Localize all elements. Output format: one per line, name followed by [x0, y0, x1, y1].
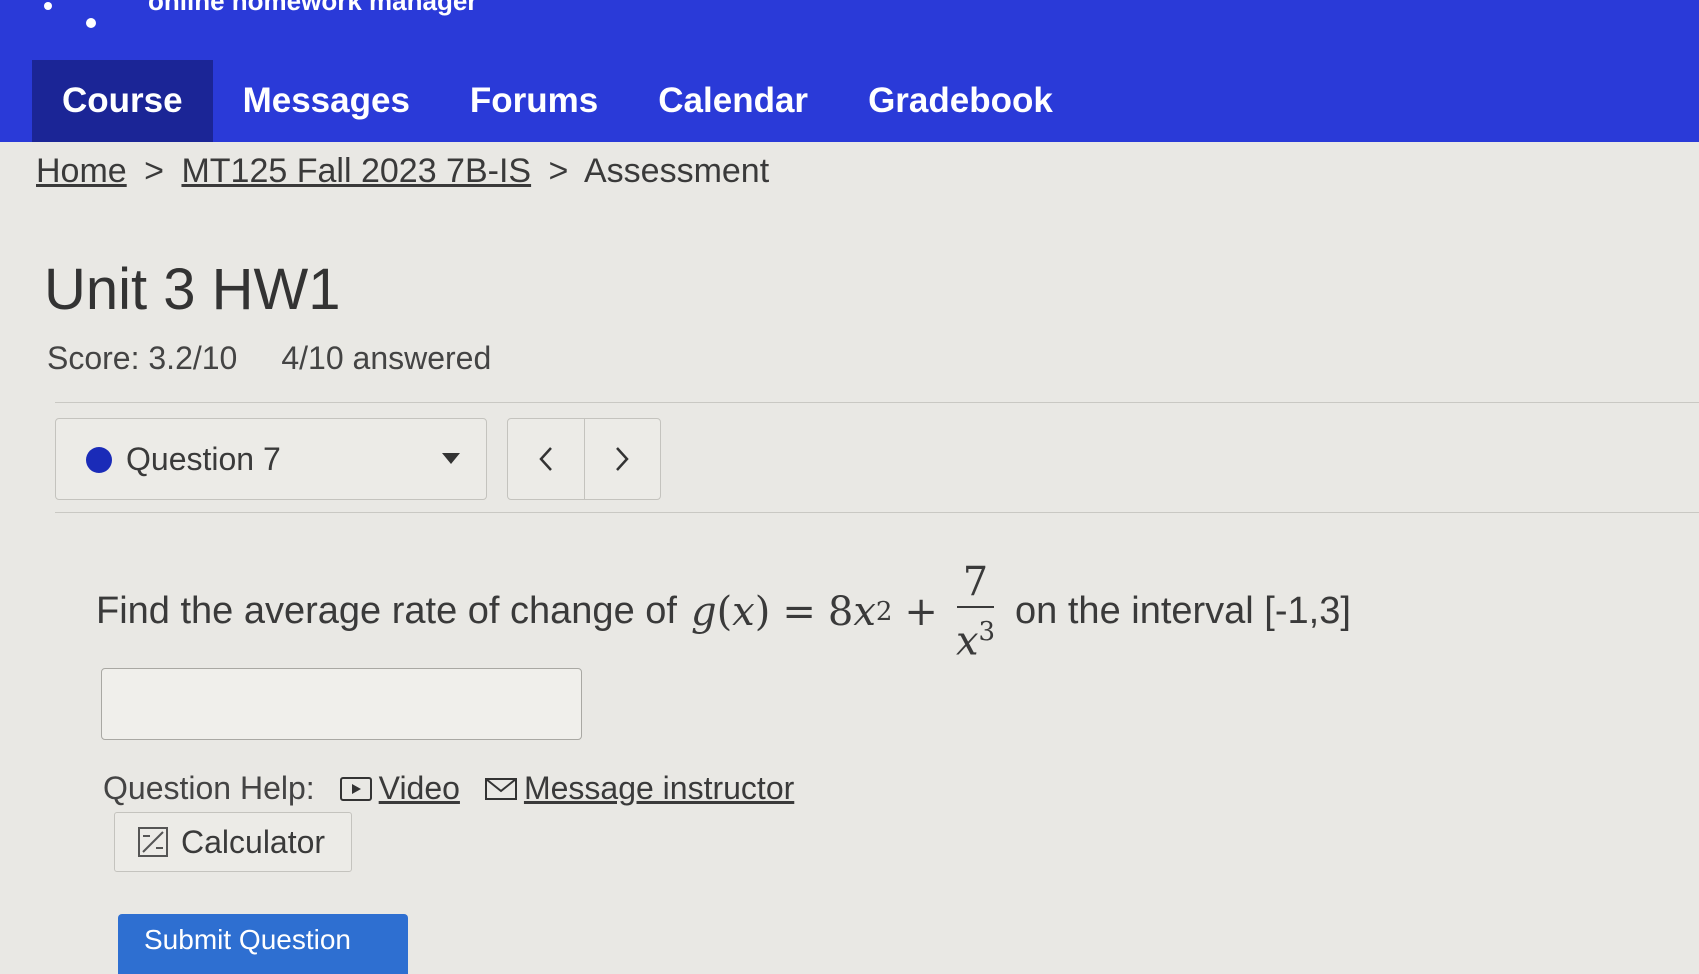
brand-dot-icon	[86, 18, 96, 28]
math-fn-name: g	[690, 588, 717, 635]
breadcrumb-course-link[interactable]: MT125 Fall 2023 7B-IS	[181, 152, 531, 190]
math-plus: +	[904, 588, 938, 635]
video-help-label: Video	[378, 770, 460, 806]
brand-dot-icon	[44, 2, 52, 10]
question-suffix: on the interval [-1,3]	[1015, 590, 1351, 633]
question-text: Find the average rate of change of g(x) …	[96, 558, 1351, 665]
question-select-label: Question 7	[126, 441, 281, 477]
main-nav: Course Messages Forums Calendar Gradeboo…	[32, 60, 1083, 142]
video-icon	[339, 776, 372, 801]
submit-question-button[interactable]: Submit Question	[118, 914, 408, 974]
page-title: Unit 3 HW1	[44, 257, 341, 322]
math-den-exp: 3	[978, 617, 996, 647]
calculator-button[interactable]: Calculator	[114, 812, 352, 872]
question-select[interactable]: Question 7	[55, 418, 487, 500]
nav-tab-messages[interactable]: Messages	[213, 60, 440, 142]
chevron-right-icon	[616, 447, 629, 471]
video-help-link[interactable]: Video	[339, 770, 460, 807]
question-help: Question Help: Video Message instructor	[103, 770, 794, 807]
math-coef: 8	[827, 588, 854, 635]
calculator-icon	[138, 827, 168, 857]
math-fn-var: x	[732, 588, 755, 635]
math-fraction-denominator: x3	[956, 608, 995, 665]
math-equals: =	[782, 588, 816, 635]
nav-tab-course[interactable]: Course	[32, 60, 213, 142]
caret-down-icon	[442, 453, 460, 464]
question-pager	[507, 418, 661, 500]
breadcrumb-separator: >	[144, 152, 165, 190]
top-navigation-bar: online homework manager Course Messages …	[0, 0, 1699, 142]
envelope-icon	[484, 777, 517, 800]
next-question-button[interactable]	[583, 419, 661, 499]
chevron-left-icon	[539, 447, 552, 471]
calculator-label: Calculator	[181, 823, 326, 860]
divider	[55, 512, 1699, 513]
math-den-var: x	[955, 618, 979, 665]
nav-tab-calendar[interactable]: Calendar	[628, 60, 838, 142]
message-instructor-link[interactable]: Message instructor	[484, 770, 794, 807]
nav-tab-gradebook[interactable]: Gradebook	[838, 60, 1083, 142]
question-help-label: Question Help:	[103, 770, 315, 806]
breadcrumb-current: Assessment	[583, 152, 770, 190]
previous-question-button[interactable]	[508, 419, 584, 499]
breadcrumb: Home > MT125 Fall 2023 7B-IS > Assessmen…	[36, 152, 769, 191]
score-summary: Score: 3.2/10 4/10 answered	[47, 340, 491, 377]
math-expression: g(x) = 8x2 + 7 x3	[690, 558, 996, 665]
score-text: Score: 3.2/10	[47, 340, 238, 376]
answer-input[interactable]	[101, 668, 582, 740]
divider	[55, 402, 1699, 403]
nav-tab-forums[interactable]: Forums	[440, 60, 628, 142]
question-prompt: Find the average rate of change of	[96, 590, 677, 633]
math-exp: 2	[875, 596, 893, 627]
breadcrumb-separator: >	[548, 152, 569, 190]
brand-name: online homework manager	[148, 0, 478, 16]
math-fraction-numerator: 7	[956, 558, 995, 608]
question-status-dot-icon	[86, 447, 112, 473]
math-fraction: 7 x3	[956, 558, 995, 665]
answered-count: 4/10 answered	[281, 340, 492, 376]
breadcrumb-home-link[interactable]: Home	[36, 152, 127, 190]
math-var: x	[853, 588, 876, 635]
message-instructor-label: Message instructor	[523, 770, 795, 806]
